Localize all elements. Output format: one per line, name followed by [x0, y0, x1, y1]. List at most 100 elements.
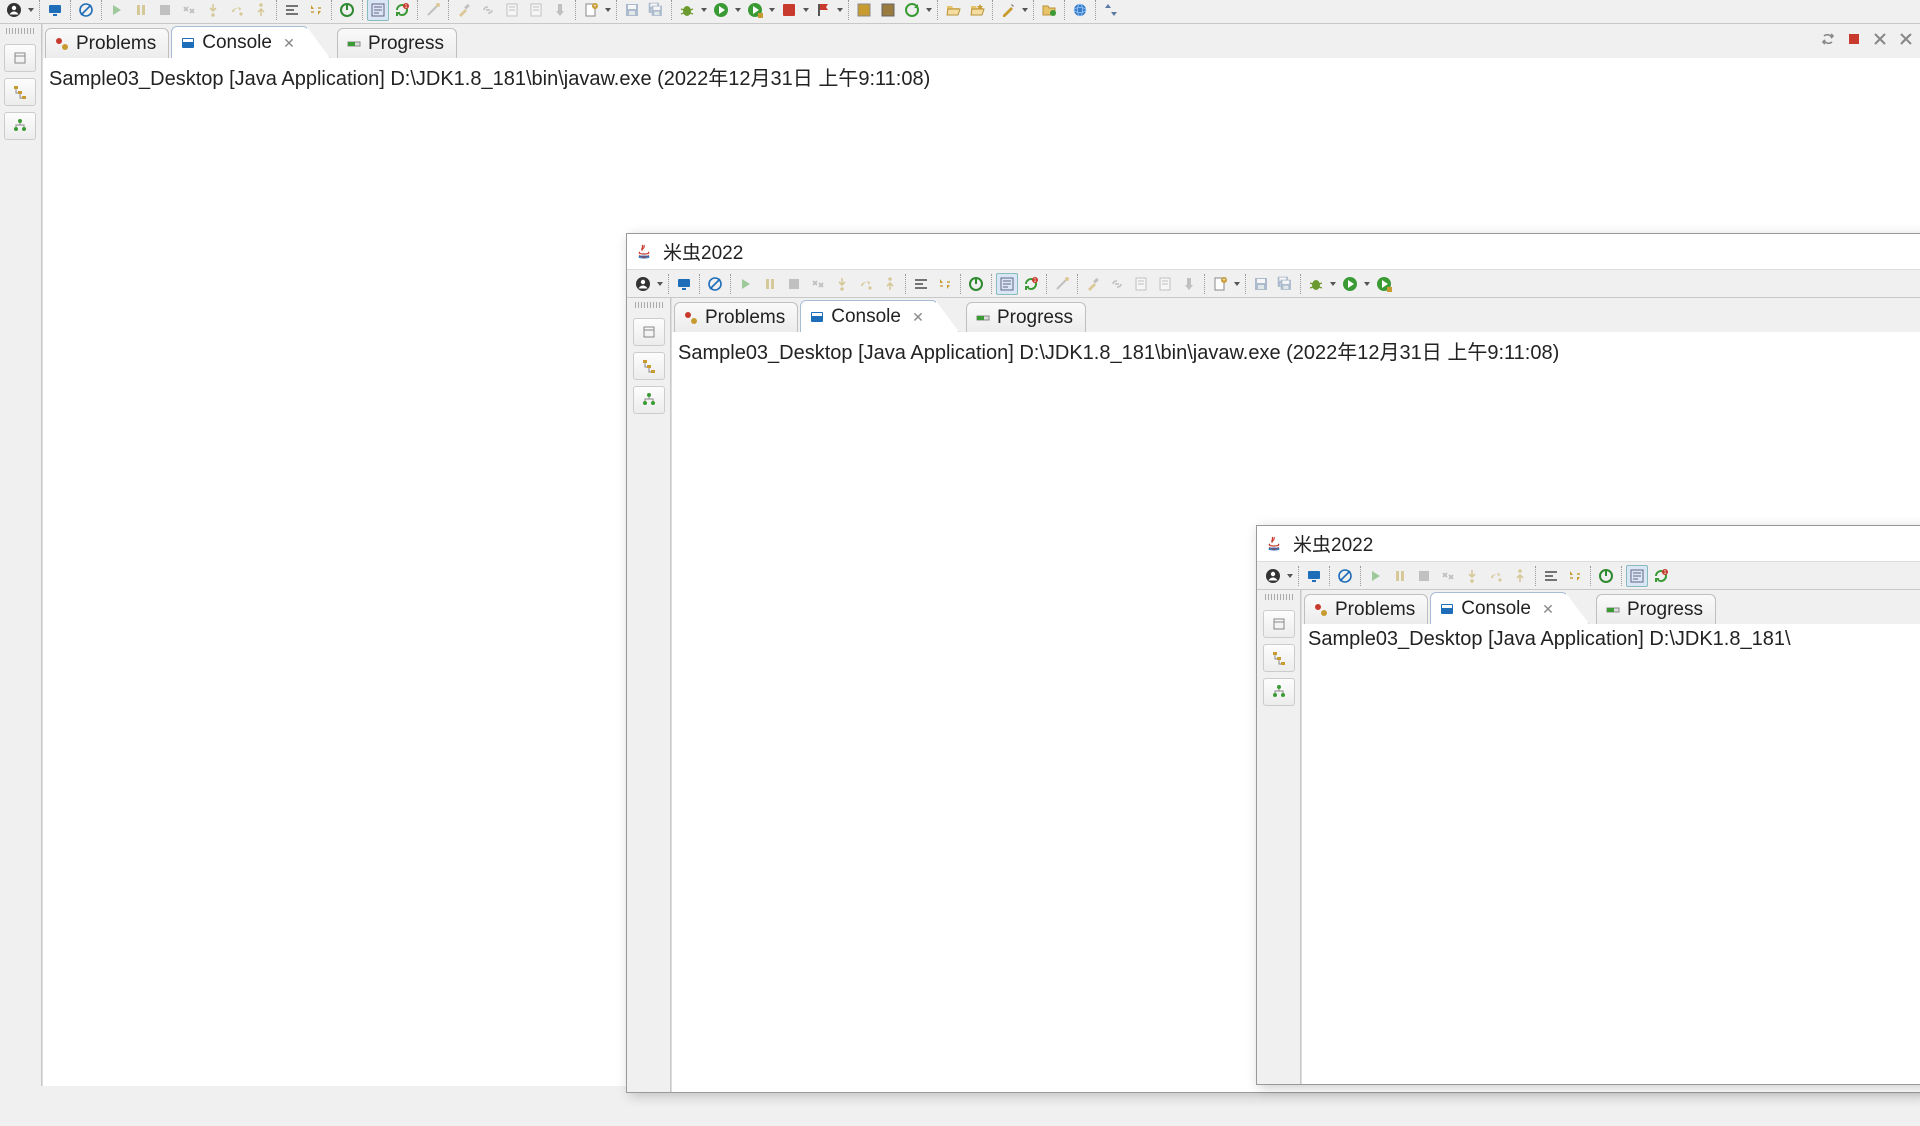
- dropdown-icon[interactable]: [801, 0, 811, 21]
- refresh-green-icon[interactable]: [901, 0, 923, 21]
- dropdown-icon[interactable]: [767, 0, 777, 21]
- box1-icon[interactable]: [853, 0, 875, 21]
- step-return-icon[interactable]: [879, 273, 901, 295]
- hierarchy-view-button[interactable]: [633, 386, 665, 414]
- close-icon[interactable]: ✕: [911, 310, 925, 324]
- skip-breakpoints-icon[interactable]: [704, 273, 726, 295]
- run-icon[interactable]: [710, 0, 732, 21]
- skip-breakpoints-icon[interactable]: [1334, 565, 1356, 587]
- dropdown-icon[interactable]: [835, 0, 845, 21]
- edit-icon[interactable]: [996, 273, 1018, 295]
- align-icon[interactable]: [1540, 565, 1562, 587]
- new-file-icon[interactable]: [1209, 273, 1231, 295]
- sort-icon[interactable]: [1564, 565, 1586, 587]
- align-icon[interactable]: [910, 273, 932, 295]
- updown-icon[interactable]: [1100, 0, 1122, 21]
- power-icon[interactable]: [1595, 565, 1617, 587]
- new-file-icon[interactable]: [580, 0, 602, 21]
- resume-icon[interactable]: [735, 273, 757, 295]
- monitor-icon[interactable]: [1303, 565, 1325, 587]
- dropdown-icon[interactable]: [924, 0, 934, 21]
- tree-view-button[interactable]: [1263, 644, 1295, 672]
- doc-icon[interactable]: [501, 0, 523, 21]
- save-all-icon[interactable]: [645, 0, 667, 21]
- terminate-icon[interactable]: [1413, 565, 1435, 587]
- brush-icon[interactable]: [1082, 273, 1104, 295]
- user-icon[interactable]: [3, 0, 25, 21]
- minimize-view-button[interactable]: [633, 318, 665, 346]
- link-icon[interactable]: [477, 0, 499, 21]
- save-icon[interactable]: [621, 0, 643, 21]
- disconnect-icon[interactable]: [1437, 565, 1459, 587]
- tab-problems[interactable]: Problems: [674, 302, 798, 332]
- edit-icon[interactable]: [367, 0, 389, 21]
- pause-icon[interactable]: [759, 273, 781, 295]
- tab-problems[interactable]: Problems: [45, 28, 169, 58]
- refresh-badge-icon[interactable]: [1650, 565, 1672, 587]
- dropdown-icon[interactable]: [1020, 0, 1030, 21]
- refresh-badge-icon[interactable]: [1020, 273, 1042, 295]
- terminate-icon[interactable]: [1843, 28, 1865, 50]
- dropdown-icon[interactable]: [603, 0, 613, 21]
- disconnect-icon[interactable]: [807, 273, 829, 295]
- tab-progress[interactable]: Progress: [966, 302, 1086, 332]
- tree-view-button[interactable]: [633, 352, 665, 380]
- power-icon[interactable]: [336, 0, 358, 21]
- tab-console[interactable]: Console ✕: [1430, 592, 1568, 624]
- step-over-icon[interactable]: [226, 0, 248, 21]
- dropdown-icon[interactable]: [26, 0, 36, 21]
- debug-icon[interactable]: [676, 0, 698, 21]
- doc2-icon[interactable]: [525, 0, 547, 21]
- dropdown-icon[interactable]: [655, 273, 665, 295]
- terminate-icon[interactable]: [783, 273, 805, 295]
- wizard-icon[interactable]: [422, 0, 444, 21]
- pin-icon[interactable]: [549, 0, 571, 21]
- run-ext-icon[interactable]: [744, 0, 766, 21]
- doc2-icon[interactable]: [1154, 273, 1176, 295]
- close-icon[interactable]: ✕: [1541, 602, 1555, 616]
- user-icon[interactable]: [1262, 565, 1284, 587]
- power-icon[interactable]: [965, 273, 987, 295]
- folder-star-icon[interactable]: [966, 0, 988, 21]
- tree-view-button[interactable]: [4, 78, 36, 106]
- sort-icon[interactable]: [934, 273, 956, 295]
- link-icon[interactable]: [1106, 273, 1128, 295]
- debug-icon[interactable]: [1305, 273, 1327, 295]
- minimize-view-button[interactable]: [1263, 610, 1295, 638]
- remove-all-icon[interactable]: [1895, 28, 1917, 50]
- resume-icon[interactable]: [106, 0, 128, 21]
- hierarchy-view-button[interactable]: [4, 112, 36, 140]
- pin-icon[interactable]: [1178, 273, 1200, 295]
- tab-problems[interactable]: Problems: [1304, 594, 1428, 624]
- dropdown-icon[interactable]: [699, 0, 709, 21]
- sync-icon[interactable]: [1817, 28, 1839, 50]
- step-into-icon[interactable]: [1461, 565, 1483, 587]
- edit-icon[interactable]: [1626, 565, 1648, 587]
- run-icon[interactable]: [1339, 273, 1361, 295]
- step-return-icon[interactable]: [250, 0, 272, 21]
- stop-red-icon[interactable]: [778, 0, 800, 21]
- step-over-icon[interactable]: [855, 273, 877, 295]
- flag-icon[interactable]: [812, 0, 834, 21]
- pause-icon[interactable]: [1389, 565, 1411, 587]
- brush-icon[interactable]: [453, 0, 475, 21]
- hierarchy-view-button[interactable]: [1263, 678, 1295, 706]
- window-titlebar[interactable]: 米虫2022: [1257, 526, 1920, 562]
- resume-icon[interactable]: [1365, 565, 1387, 587]
- pen-icon[interactable]: [997, 0, 1019, 21]
- console-output[interactable]: Sample03_Desktop [Java Application] D:\J…: [1302, 624, 1920, 1084]
- box2-icon[interactable]: [877, 0, 899, 21]
- dropdown-icon[interactable]: [733, 0, 743, 21]
- globe-icon[interactable]: [1069, 0, 1091, 21]
- align-icon[interactable]: [281, 0, 303, 21]
- save-all-icon[interactable]: [1274, 273, 1296, 295]
- tab-console[interactable]: Console ✕: [171, 26, 309, 58]
- disconnect-icon[interactable]: [178, 0, 200, 21]
- monitor-icon[interactable]: [673, 273, 695, 295]
- tab-progress[interactable]: Progress: [1596, 594, 1716, 624]
- dropdown-icon[interactable]: [1232, 273, 1242, 295]
- wizard-icon[interactable]: [1051, 273, 1073, 295]
- remove-launch-icon[interactable]: [1869, 28, 1891, 50]
- dropdown-icon[interactable]: [1285, 565, 1295, 587]
- dropdown-icon[interactable]: [1362, 273, 1372, 295]
